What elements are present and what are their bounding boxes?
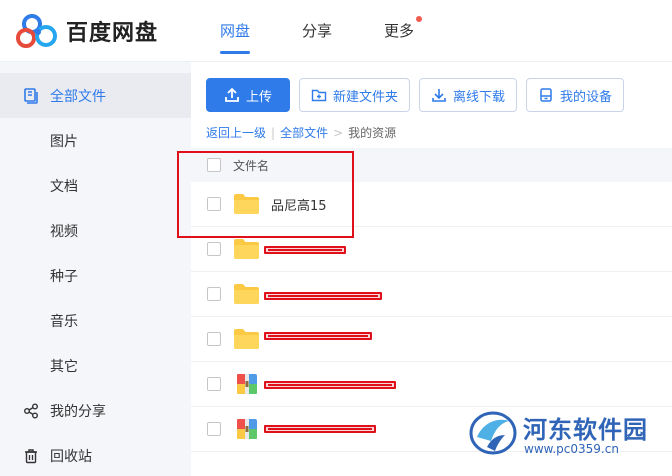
nav-tab-disk-label: 网盘 bbox=[220, 22, 251, 40]
file-list-header: 文件名 bbox=[191, 148, 672, 182]
upload-icon bbox=[225, 87, 239, 102]
sidebar-item-label: 音乐 bbox=[50, 313, 78, 330]
logo-text: 百度网盘 bbox=[66, 21, 159, 46]
sidebar-item-label: 其它 bbox=[50, 358, 78, 375]
top-nav: 网盘 分享 更多 bbox=[220, 0, 466, 62]
file-row[interactable] bbox=[191, 362, 672, 407]
folder-icon bbox=[233, 283, 260, 305]
sidebar-item-label: 视频 bbox=[50, 223, 78, 240]
sidebar-item-recycle-bin[interactable]: 回收站 bbox=[0, 433, 191, 476]
sidebar-item-label: 我的分享 bbox=[50, 403, 106, 420]
my-devices-button[interactable]: 我的设备 bbox=[526, 78, 625, 112]
sidebar-item-label: 全部文件 bbox=[50, 88, 106, 105]
sidebar: 全部文件 图片 文档 视频 种子 音乐 其它 我的分享 回收站 bbox=[0, 62, 191, 476]
sidebar-item-music[interactable]: 音乐 bbox=[0, 298, 191, 343]
logo[interactable]: 百度网盘 bbox=[16, 13, 158, 49]
watermark-url: www.pc0359.cn bbox=[524, 442, 619, 456]
row-checkbox[interactable] bbox=[207, 377, 221, 391]
upload-button-label: 上传 bbox=[245, 89, 272, 105]
nav-tab-share[interactable]: 分享 bbox=[302, 0, 332, 62]
sidebar-item-images[interactable]: 图片 bbox=[0, 118, 191, 163]
new-folder-icon bbox=[311, 89, 327, 102]
files-icon bbox=[22, 87, 40, 105]
sidebar-item-label: 回收站 bbox=[50, 448, 92, 465]
new-folder-button[interactable]: 新建文件夹 bbox=[299, 78, 411, 112]
sidebar-item-label: 种子 bbox=[50, 268, 78, 285]
nav-tab-disk[interactable]: 网盘 bbox=[220, 0, 251, 62]
toolbar: 上传 新建文件夹 离线下载 我的设备 bbox=[206, 78, 633, 112]
share-icon bbox=[22, 402, 40, 420]
notification-dot bbox=[416, 16, 423, 22]
trash-icon bbox=[22, 447, 40, 465]
select-all-checkbox[interactable] bbox=[207, 158, 221, 172]
row-checkbox[interactable] bbox=[207, 242, 221, 256]
nav-tab-more[interactable]: 更多 bbox=[384, 0, 423, 62]
archive-icon bbox=[233, 418, 260, 440]
folder-icon bbox=[233, 193, 260, 215]
file-row[interactable] bbox=[191, 317, 672, 362]
breadcrumb-back-link[interactable]: 返回上一级 bbox=[206, 124, 266, 141]
redaction-mark bbox=[264, 292, 382, 300]
sidebar-item-all-files[interactable]: 全部文件 bbox=[0, 73, 191, 118]
sidebar-item-my-shares[interactable]: 我的分享 bbox=[0, 388, 191, 433]
sidebar-item-documents[interactable]: 文档 bbox=[0, 163, 191, 208]
device-icon bbox=[540, 88, 552, 102]
column-header-filename[interactable]: 文件名 bbox=[233, 157, 269, 174]
upload-button[interactable]: 上传 bbox=[206, 78, 290, 112]
redaction-mark bbox=[264, 381, 396, 389]
row-checkbox[interactable] bbox=[207, 332, 221, 346]
breadcrumb: 返回上一级 | 全部文件 > 我的资源 bbox=[206, 124, 396, 141]
download-icon bbox=[432, 89, 446, 102]
breadcrumb-divider: | bbox=[271, 125, 276, 140]
watermark-text: 河东软件园 bbox=[523, 415, 648, 444]
app-header: 百度网盘 网盘 分享 更多 bbox=[0, 0, 672, 62]
baidu-cloud-logo-icon bbox=[16, 14, 57, 48]
sidebar-item-label: 图片 bbox=[50, 133, 78, 150]
new-folder-button-label: 新建文件夹 bbox=[333, 89, 399, 105]
file-row[interactable] bbox=[191, 272, 672, 317]
breadcrumb-current: 我的资源 bbox=[348, 126, 397, 140]
redaction-mark bbox=[264, 332, 372, 340]
redaction-mark bbox=[264, 246, 346, 254]
redaction-mark bbox=[264, 425, 376, 433]
folder-icon bbox=[233, 328, 260, 350]
nav-tab-more-label: 更多 bbox=[384, 22, 415, 40]
file-row[interactable]: 品尼高15 bbox=[191, 182, 672, 227]
sidebar-item-other[interactable]: 其它 bbox=[0, 343, 191, 388]
file-row[interactable] bbox=[191, 227, 672, 272]
file-name[interactable]: 品尼高15 bbox=[271, 195, 327, 214]
row-checkbox[interactable] bbox=[207, 422, 221, 436]
offline-download-button[interactable]: 离线下载 bbox=[419, 78, 518, 112]
sidebar-item-videos[interactable]: 视频 bbox=[0, 208, 191, 253]
folder-icon bbox=[233, 238, 260, 260]
archive-icon bbox=[233, 373, 260, 395]
nav-tab-share-label: 分享 bbox=[302, 22, 333, 40]
row-checkbox[interactable] bbox=[207, 197, 221, 211]
sidebar-item-label: 文档 bbox=[50, 178, 78, 195]
row-checkbox[interactable] bbox=[207, 287, 221, 301]
watermark: 河东软件园 www.pc0359.cn bbox=[467, 403, 667, 473]
my-devices-button-label: 我的设备 bbox=[560, 89, 613, 105]
offline-download-button-label: 离线下载 bbox=[453, 89, 506, 105]
breadcrumb-separator: > bbox=[333, 125, 344, 140]
breadcrumb-all-files-link[interactable]: 全部文件 bbox=[280, 124, 328, 141]
watermark-logo-icon bbox=[469, 411, 517, 455]
sidebar-item-torrents[interactable]: 种子 bbox=[0, 253, 191, 298]
